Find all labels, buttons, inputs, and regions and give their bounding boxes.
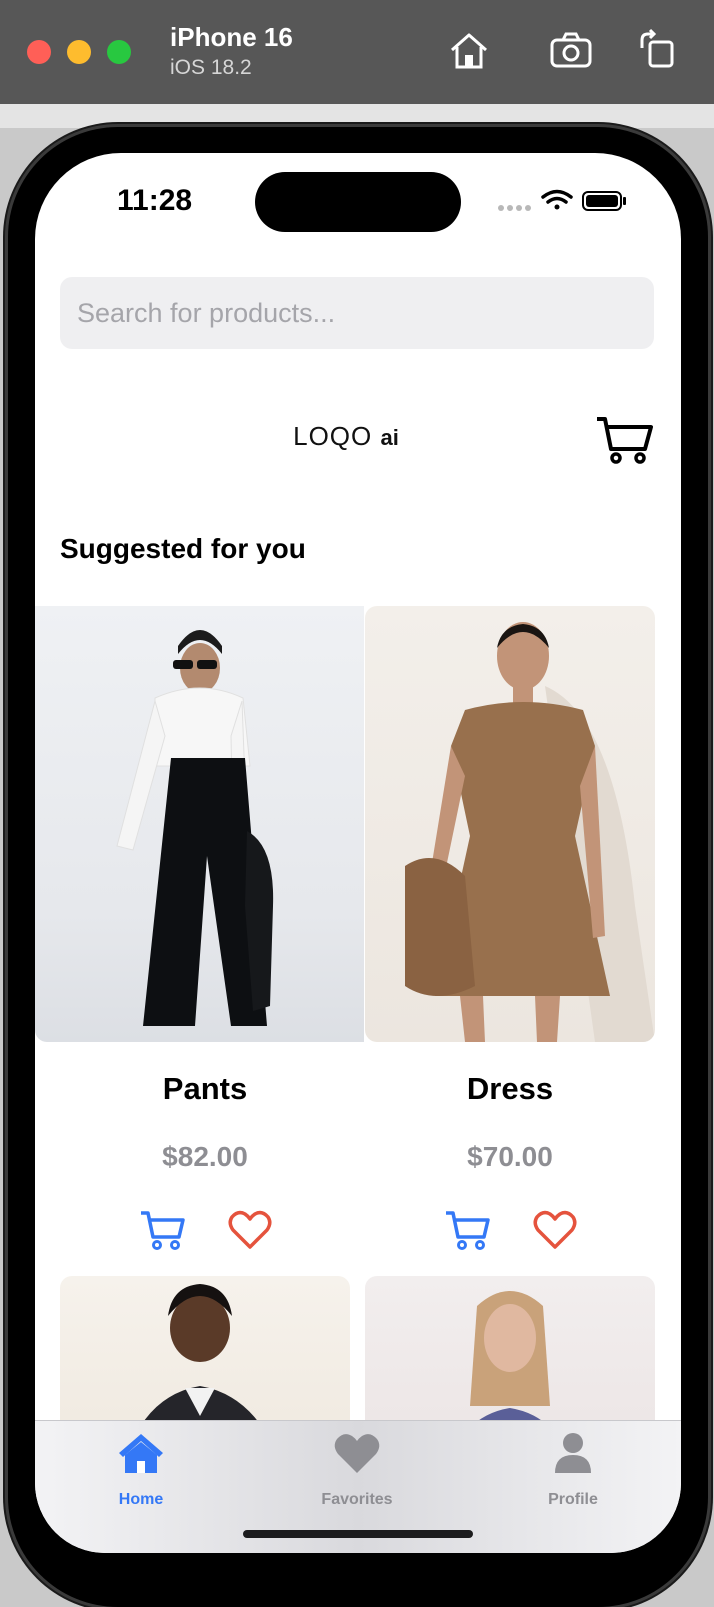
tab-profile[interactable]: Profile [513,1431,633,1509]
search-input[interactable] [60,277,654,349]
battery-icon [582,191,626,211]
zoom-window-button[interactable] [107,40,131,64]
add-to-cart-icon[interactable] [444,1207,490,1253]
section-title: Suggested for you [60,533,306,564]
rotate-icon[interactable] [636,28,682,74]
product-name[interactable]: Dress [365,1071,655,1107]
home-icon[interactable] [446,28,492,74]
simulator-titlebar: iPhone 16 iOS 18.2 [0,0,714,105]
status-icons [498,189,626,211]
close-window-button[interactable] [27,40,51,64]
tab-label: Profile [548,1491,598,1508]
wifi-icon [541,189,573,210]
home-icon [119,1434,163,1473]
minimize-window-button[interactable] [67,40,91,64]
tab-label: Home [118,1491,164,1508]
logo-text: LOQO [293,421,373,451]
xcode-toolbar [0,104,714,128]
favorite-heart-icon[interactable] [227,1207,273,1253]
product-name[interactable]: Pants [60,1071,350,1107]
home-indicator[interactable] [243,1530,473,1538]
product-image-pants[interactable] [35,606,364,1042]
product-image-dress[interactable] [365,606,655,1042]
favorite-heart-icon[interactable] [532,1207,578,1253]
person-icon [555,1433,591,1473]
product-price: $70.00 [467,1141,553,1172]
status-time: 11:28 [117,184,193,217]
tab-favorites[interactable]: Favorites [297,1431,417,1509]
heart-icon [334,1434,380,1473]
dynamic-island [255,172,461,232]
cart-icon[interactable] [595,415,653,465]
logo-suffix: ai [380,425,399,450]
signal-icon [498,205,531,211]
add-to-cart-icon[interactable] [139,1207,185,1253]
tab-home[interactable]: Home [81,1431,201,1509]
product-price: $82.00 [162,1141,248,1172]
tab-label: Favorites [321,1491,393,1508]
os-version: iOS 18.2 [170,56,252,79]
screenshot-icon[interactable] [548,28,594,74]
device-name: iPhone 16 [170,22,293,52]
device-screen: 11:28 LOQO ai Suggested for you [35,153,681,1553]
app-logo: LOQO ai [35,421,657,452]
